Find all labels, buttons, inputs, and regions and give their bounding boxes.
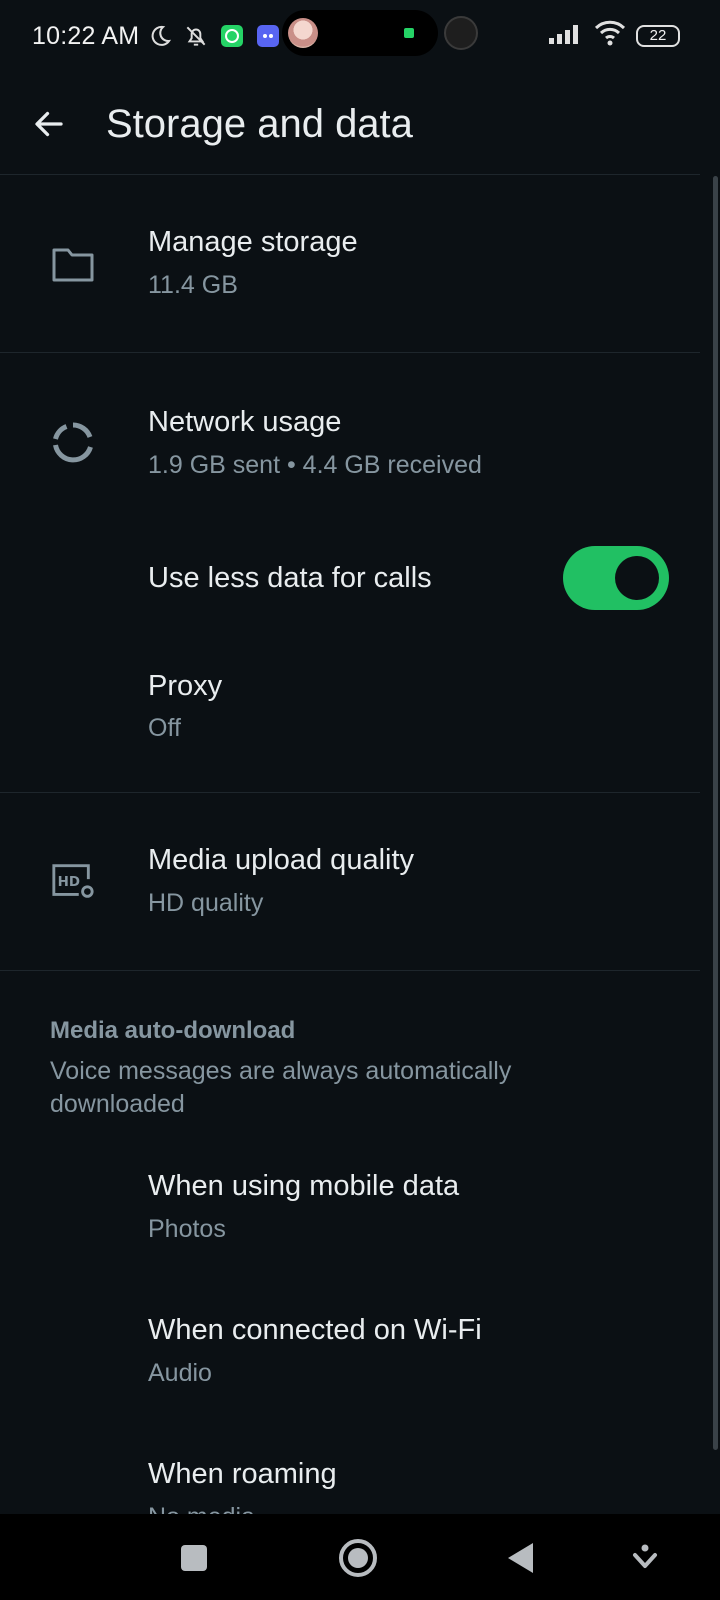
divider	[0, 970, 700, 971]
svg-text:HD: HD	[58, 875, 80, 890]
divider	[0, 174, 700, 175]
hd-settings-icon: HD	[50, 858, 96, 904]
arrow-left-icon	[35, 111, 63, 137]
discord-icon	[255, 23, 281, 49]
manage-storage-title: Manage storage	[148, 226, 358, 258]
avatar	[288, 18, 318, 48]
section-description: Voice messages are always automatically …	[50, 1057, 512, 1118]
roaming-item[interactable]: When roaming No media	[0, 1428, 700, 1514]
status-right: 22	[548, 20, 680, 51]
network-usage-subtitle: 1.9 GB sent • 4.4 GB received	[148, 451, 482, 479]
manage-storage-item[interactable]: Manage storage 11.4 GB	[0, 176, 700, 352]
mobile-data-subtitle: Photos	[148, 1215, 226, 1243]
mobile-data-title: When using mobile data	[148, 1170, 460, 1202]
less-data-calls-title: Use less data for calls	[148, 562, 432, 594]
page-title: Storage and data	[106, 101, 413, 146]
wifi-icon	[594, 20, 626, 51]
proxy-title: Proxy	[148, 670, 223, 702]
mobile-data-item[interactable]: When using mobile data Photos	[0, 1140, 700, 1280]
toggle-knob	[615, 556, 659, 600]
status-time: 10:22 AM	[32, 21, 140, 50]
back-nav-button[interactable]	[500, 1538, 540, 1578]
battery-icon: 22	[636, 24, 680, 47]
wifi-subtitle: Audio	[148, 1359, 212, 1387]
divider	[0, 792, 700, 793]
triangle-back-icon	[508, 1543, 533, 1573]
media-upload-quality-item[interactable]: HD Media upload quality HD quality	[0, 794, 700, 970]
wifi-title: When connected on Wi-Fi	[148, 1314, 482, 1346]
wifi-item[interactable]: When connected on Wi-Fi Audio	[0, 1284, 700, 1424]
notification-pill	[282, 10, 438, 56]
moon-icon	[147, 23, 173, 49]
proxy-subtitle: Off	[148, 714, 181, 742]
media-upload-quality-title: Media upload quality	[148, 844, 415, 876]
signal-icon	[548, 22, 584, 49]
square-icon	[181, 1545, 207, 1571]
navigation-bar	[0, 1514, 720, 1600]
proxy-item[interactable]: Proxy Off	[0, 640, 700, 780]
divider	[0, 352, 700, 353]
toolbar: Storage and data	[0, 76, 720, 172]
status-icons	[147, 23, 281, 49]
scrollbar[interactable]	[713, 176, 718, 1450]
camera-cutout	[444, 16, 478, 50]
bell-off-icon	[183, 23, 209, 49]
media-upload-quality-subtitle: HD quality	[148, 889, 264, 917]
back-button[interactable]	[17, 92, 81, 156]
nav-extra-button[interactable]	[628, 1540, 662, 1574]
network-usage-item[interactable]: Network usage 1.9 GB sent • 4.4 GB recei…	[0, 354, 700, 530]
data-usage-icon	[50, 420, 96, 466]
home-button[interactable]	[336, 1536, 380, 1580]
network-usage-title: Network usage	[148, 406, 342, 438]
whatsapp-icon	[219, 23, 245, 49]
folder-icon	[50, 241, 96, 287]
recents-button[interactable]	[174, 1538, 214, 1578]
roaming-title: When roaming	[148, 1458, 337, 1490]
manage-storage-subtitle: 11.4 GB	[148, 271, 238, 299]
roaming-subtitle: No media	[148, 1503, 255, 1514]
chevron-down-icon	[633, 1544, 657, 1568]
circle-icon	[339, 1539, 377, 1577]
section-header: Media auto-download	[50, 1017, 296, 1044]
less-data-calls-toggle[interactable]	[563, 546, 669, 610]
active-indicator-icon	[404, 28, 414, 38]
